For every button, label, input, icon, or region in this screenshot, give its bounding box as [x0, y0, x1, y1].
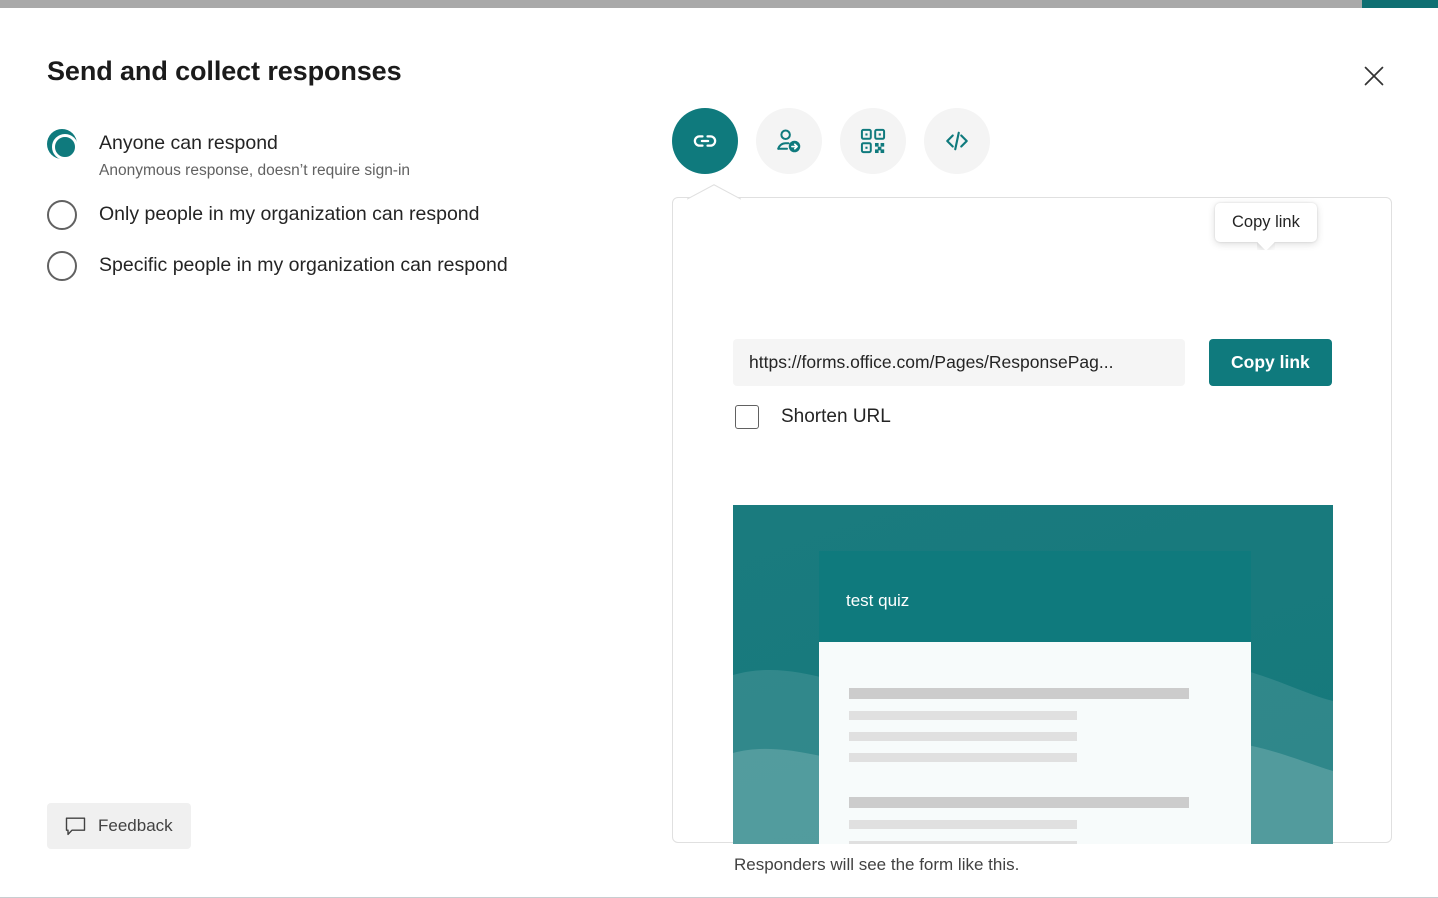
- tooltip-arrow-icon: [1257, 241, 1275, 250]
- send-and-collect-responses-dialog: Send and collect responses Anyone can re…: [0, 0, 1438, 898]
- comment-icon: [65, 816, 86, 837]
- code-icon: [942, 126, 972, 156]
- close-button[interactable]: [1356, 58, 1392, 94]
- option-label: Specific people in my organization can r…: [99, 254, 508, 276]
- form-preview: test quiz: [733, 505, 1333, 844]
- tab-qr-code[interactable]: [840, 108, 906, 174]
- form-preview-image: test quiz: [733, 505, 1333, 844]
- qr-code-icon: [859, 127, 887, 155]
- copy-link-tooltip-label: Copy link: [1232, 213, 1300, 231]
- top-bar-accent: [1362, 0, 1438, 8]
- link-row: Copy link: [733, 339, 1332, 386]
- option-label: Anyone can respond: [99, 132, 278, 154]
- radio-anyone-can-respond[interactable]: [47, 129, 77, 159]
- tab-invite-people[interactable]: [756, 108, 822, 174]
- option-specific-people-in-my-organization[interactable]: Specific people in my organization can r…: [47, 250, 627, 281]
- link-icon: [690, 126, 720, 156]
- close-icon: [1363, 65, 1385, 87]
- radio-only-people-in-my-organization[interactable]: [47, 200, 77, 230]
- person-add-icon: [774, 126, 804, 156]
- shorten-url-checkbox[interactable]: [735, 405, 759, 429]
- form-link-input[interactable]: [733, 339, 1185, 386]
- share-method-tabs: [672, 108, 990, 174]
- preview-caption: Responders will see the form like this.: [734, 855, 1019, 875]
- option-anyone-can-respond[interactable]: Anyone can respond Anonymous response, d…: [47, 128, 627, 183]
- feedback-label: Feedback: [98, 816, 173, 836]
- tab-embed[interactable]: [924, 108, 990, 174]
- card-pointer-notch: [687, 184, 741, 200]
- preview-form-title: test quiz: [846, 591, 909, 610]
- option-label: Only people in my organization can respo…: [99, 203, 479, 225]
- feedback-button[interactable]: Feedback: [47, 803, 191, 849]
- tab-link[interactable]: [672, 108, 738, 174]
- shorten-url-row[interactable]: Shorten URL: [735, 405, 891, 429]
- audience-options: Anyone can respond Anonymous response, d…: [47, 128, 627, 301]
- top-bar: [0, 0, 1438, 8]
- shorten-url-label: Shorten URL: [781, 406, 891, 428]
- link-share-card: Copy link Shorten URL: [672, 197, 1392, 843]
- option-sublabel: Anonymous response, doesn’t require sign…: [99, 159, 410, 183]
- copy-link-tooltip: Copy link: [1215, 203, 1317, 242]
- copy-link-button[interactable]: Copy link: [1209, 339, 1332, 386]
- radio-specific-people-in-my-organization[interactable]: [47, 251, 77, 281]
- page-title: Send and collect responses: [47, 56, 402, 87]
- option-only-people-in-my-organization[interactable]: Only people in my organization can respo…: [47, 199, 627, 230]
